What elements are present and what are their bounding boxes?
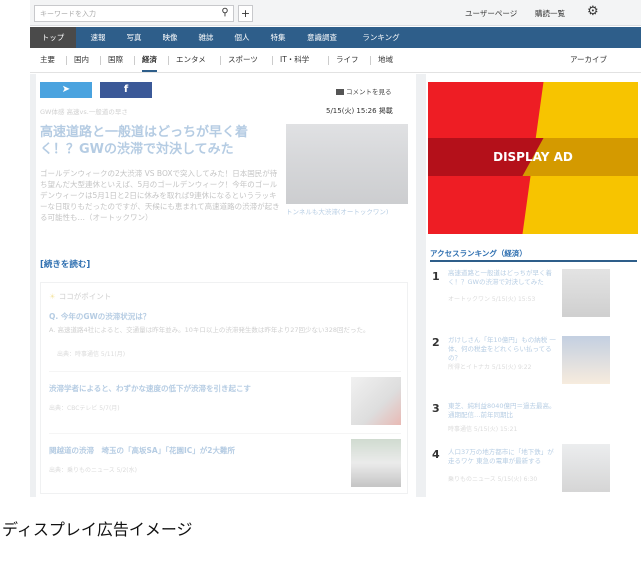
- rank-title[interactable]: 人口37万の地方都市に「地下鉄」が走るワケ 東急の電車が最新する: [448, 448, 560, 466]
- rank-number: 1: [432, 270, 440, 283]
- add-button[interactable]: +: [238, 5, 253, 22]
- sidebar: DISPLAY AD アクセスランキング（経済） 1 高速道路と一般道はどっちが…: [426, 74, 641, 497]
- twitter-icon: ➤: [61, 84, 71, 95]
- point-box: ☀ ココがポイント Q. 今年のGWの渋滞状況は？ A. 高速道路4社によると、交…: [40, 282, 408, 494]
- ranking-title: アクセスランキング（経済）: [430, 249, 527, 258]
- point-answer: A. 高速道路4社によると、交通量は昨年並み。10キロ以上の渋滞発生数は昨年より…: [49, 326, 370, 334]
- article-column: ➤ f コメントを見る GW体感 高速vs.一般道の早さ 5/15(火) 15:…: [36, 74, 416, 497]
- article-headline[interactable]: 高速道路と一般道はどっちが早く着く！？GWの渋滞で対決してみた: [40, 124, 280, 158]
- subnav-domestic[interactable]: 国内: [74, 48, 89, 72]
- comment-icon: [336, 89, 344, 95]
- rank-title[interactable]: 東芝、純利益8040億円＝過去最高。通期配信…前年同期比: [448, 402, 560, 420]
- nav-video[interactable]: 映像: [152, 27, 188, 48]
- subnav-international[interactable]: 国際: [108, 48, 123, 72]
- subnav-entertainment[interactable]: エンタメ: [176, 48, 206, 72]
- related-article-title[interactable]: 渋滞学者によると、わずかな速度の低下が渋滞を引き起こす: [49, 383, 339, 394]
- related-article-thumbnail[interactable]: [351, 439, 401, 487]
- twitter-share-button[interactable]: ➤: [40, 82, 92, 98]
- related-article-source: 出典：CBCテレビ 5/7(月): [49, 405, 120, 412]
- point-title: ☀ ココがポイント: [49, 292, 112, 301]
- divider: [328, 56, 329, 65]
- nav-magazine[interactable]: 雑誌: [188, 27, 224, 48]
- lightbulb-icon: ☀: [49, 292, 56, 301]
- subnav-sports[interactable]: スポーツ: [228, 48, 258, 72]
- related-article-title[interactable]: 関越道の渋滞 埼玉の「高坂SA」「花園IC」が2大難所: [49, 445, 339, 456]
- nav-feature[interactable]: 特集: [260, 27, 296, 48]
- comment-link[interactable]: コメントを見る: [336, 86, 392, 96]
- subnav-economy[interactable]: 経済: [142, 48, 157, 72]
- divider: [370, 56, 371, 65]
- rank-source: 時事通信 5/15(火) 15:21: [448, 426, 518, 433]
- nav-survey[interactable]: 意識調査: [296, 27, 348, 48]
- subnav-life[interactable]: ライフ: [336, 48, 359, 72]
- rank-thumbnail[interactable]: [562, 269, 610, 317]
- rank-source: 所得とイトナカ 5/15(火) 9:22: [448, 364, 532, 371]
- rank-thumbnail[interactable]: [562, 336, 610, 384]
- image-caption: ディスプレイ広告イメージ: [2, 520, 193, 539]
- nav-breaking[interactable]: 速報: [80, 27, 116, 48]
- article-photo[interactable]: [286, 124, 408, 204]
- divider: [168, 56, 169, 65]
- rank-thumbnail[interactable]: [562, 444, 610, 492]
- nav-ranking[interactable]: ランキング: [350, 27, 412, 48]
- related-article-source: 出典：乗りものニュース 5/2(水): [49, 467, 137, 474]
- article-body: ゴールデンウィークの2大渋滞 VS BOXで突入してみた！日本国民が待ち望んだ大…: [40, 169, 280, 222]
- rank-number: 3: [432, 402, 440, 415]
- article-date: 5/15(火) 15:26 掲載: [326, 107, 393, 115]
- divider: [66, 56, 67, 65]
- divider: [272, 56, 273, 65]
- divider: [100, 56, 101, 65]
- archive-link[interactable]: アーカイブ: [570, 48, 607, 72]
- read-more-link[interactable]: [続きを読む]: [40, 258, 90, 270]
- point-answer-source: 出典：時事通信 5/11(月): [57, 351, 126, 358]
- ad-label: DISPLAY AD: [493, 150, 573, 164]
- subnav-main[interactable]: 主要: [40, 48, 55, 72]
- article-meta: GW体感 高速vs.一般道の早さ: [40, 108, 128, 116]
- subnav-it-science[interactable]: IT・科学: [280, 48, 309, 72]
- gear-icon[interactable]: ⚙: [587, 4, 599, 19]
- rank-title[interactable]: ガけしさん「年10億円」もの納税 一体、何の税金をどれくらい払ってるの？: [448, 336, 560, 363]
- rank-number: 2: [432, 336, 440, 349]
- user-page-link[interactable]: ユーザーページ: [465, 8, 517, 19]
- content-area: ➤ f コメントを見る GW体感 高速vs.一般道の早さ 5/15(火) 15:…: [30, 74, 641, 497]
- divider: [220, 56, 221, 65]
- divider: [134, 56, 135, 65]
- nav-photo[interactable]: 写真: [116, 27, 152, 48]
- nav-personal[interactable]: 個人: [224, 27, 260, 48]
- browser-frame: キーワードを入力 ⚲ + ユーザーページ 購読一覧 ⚙ トップ 速報 写真 映像…: [30, 0, 641, 497]
- point-question[interactable]: Q. 今年のGWの渋滞状況は？: [49, 311, 150, 322]
- rank-title[interactable]: 高速道路と一般道はどっちが早く着く！？GWの渋滞で対決してみた: [448, 269, 560, 287]
- ranking-underline: [430, 260, 637, 262]
- photo-caption[interactable]: トンネルも大渋滞(オートックワン): [286, 208, 408, 217]
- search-input[interactable]: キーワードを入力: [34, 5, 234, 22]
- sub-nav: 主要 国内 国際 経済 エンタメ スポーツ IT・科学 ライフ 地域 アーカイブ: [30, 48, 641, 73]
- main-nav: トップ 速報 写真 映像 雑誌 個人 特集 意識調査 ランキング: [30, 27, 641, 48]
- rank-source: 乗りものニュース 5/15(火) 6:30: [448, 476, 538, 483]
- rank-number: 4: [432, 448, 440, 461]
- facebook-share-button[interactable]: f: [100, 82, 152, 98]
- rank-source: オートックワン 5/15(火) 15:53: [448, 296, 536, 303]
- divider: [49, 433, 401, 434]
- subscription-list-link[interactable]: 購読一覧: [535, 8, 565, 19]
- display-ad[interactable]: DISPLAY AD: [428, 82, 638, 234]
- related-article-thumbnail[interactable]: [351, 377, 401, 425]
- search-icon[interactable]: ⚲: [218, 6, 232, 20]
- subnav-local[interactable]: 地域: [378, 48, 393, 72]
- top-bar: キーワードを入力 ⚲ + ユーザーページ 購読一覧 ⚙: [30, 0, 641, 26]
- nav-top[interactable]: トップ: [30, 27, 76, 48]
- facebook-icon: f: [123, 84, 129, 95]
- divider: [49, 371, 401, 372]
